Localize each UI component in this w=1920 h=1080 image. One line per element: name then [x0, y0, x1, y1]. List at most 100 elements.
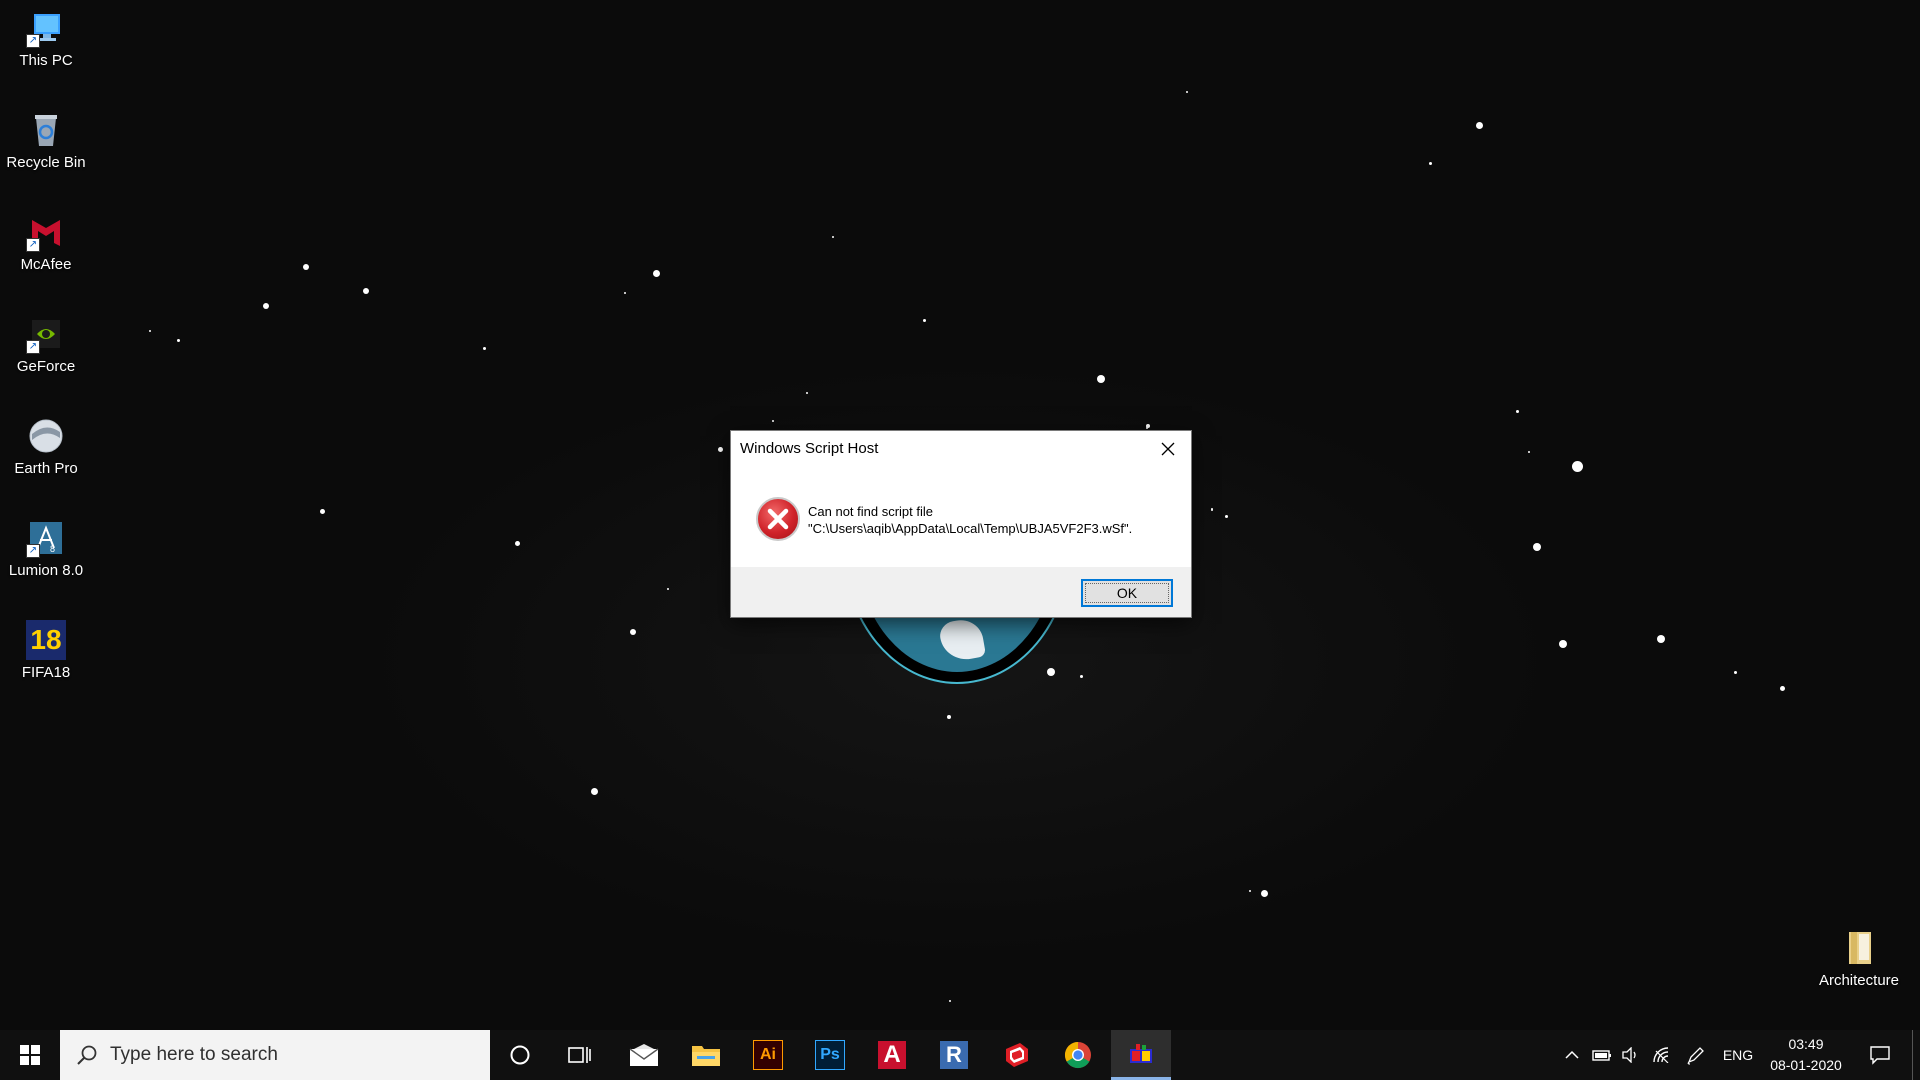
desktop-icon-mcafee[interactable]: ↗ McAfee [0, 212, 92, 273]
folder-icon [1839, 928, 1879, 968]
star [1146, 427, 1148, 429]
star [482, 346, 486, 350]
dialog-body: Can not find script file "C:\Users\aqib\… [731, 467, 1191, 567]
dialog-title: Windows Script Host [740, 440, 879, 457]
desktop: ↗ This PC Recycle Bin ↗ McAfee ↗ GeForce… [0, 0, 1920, 1030]
star [363, 288, 369, 294]
wifi-icon [1653, 1047, 1669, 1063]
desktop-icon-label: Recycle Bin [6, 154, 86, 171]
pen-workspace-button[interactable] [1682, 1030, 1710, 1080]
cortana-icon [510, 1045, 530, 1065]
star [624, 292, 626, 294]
notification-icon [1870, 1046, 1890, 1065]
input-language-button[interactable]: ENG [1716, 1030, 1760, 1080]
taskbar-app-photoshop[interactable]: Ps [805, 1030, 855, 1080]
star [1571, 460, 1583, 472]
star [1528, 451, 1530, 453]
battery-button[interactable] [1588, 1030, 1616, 1080]
star [514, 540, 520, 546]
cortana-button[interactable] [496, 1030, 544, 1080]
star [1428, 161, 1432, 165]
volume-button[interactable] [1618, 1030, 1644, 1080]
star [176, 338, 180, 342]
action-center-button[interactable] [1860, 1030, 1900, 1080]
start-button[interactable] [0, 1030, 60, 1080]
star [630, 629, 636, 635]
show-hidden-icons-button[interactable] [1560, 1030, 1584, 1080]
desktop-icon-lumion[interactable]: 8 ↗ Lumion 8.0 [0, 518, 92, 579]
taskbar-search-box[interactable]: Type here to search [60, 1030, 490, 1080]
photoshop-icon: Ps [815, 1040, 845, 1070]
close-icon [1161, 442, 1175, 456]
star [1097, 375, 1105, 383]
taskbar-app-mail[interactable] [619, 1030, 669, 1080]
star [1559, 640, 1567, 648]
star [717, 446, 723, 452]
taskbar: Type here to search Ai Ps A R ENG 03:49 … [0, 1030, 1920, 1080]
desktop-icon-label: GeForce [16, 358, 76, 375]
autocad-icon: A [878, 1041, 906, 1069]
battery-icon [1592, 1050, 1611, 1061]
ok-button[interactable]: OK [1081, 579, 1173, 607]
file-explorer-icon [692, 1046, 720, 1066]
star [949, 1000, 951, 1002]
taskbar-app-revit[interactable]: R [929, 1030, 979, 1080]
star [590, 787, 598, 795]
desktop-icon-label: Architecture [1818, 972, 1900, 989]
desktop-icon-earth-pro[interactable]: Earth Pro [0, 416, 92, 477]
fifa18-icon: 18 [26, 620, 66, 660]
task-view-icon [568, 1047, 591, 1063]
search-icon [77, 1045, 97, 1065]
star [1211, 508, 1213, 510]
illustrator-icon: Ai [753, 1040, 783, 1070]
star [149, 330, 151, 332]
task-view-button[interactable] [556, 1030, 604, 1080]
star [1260, 889, 1268, 897]
star [667, 588, 669, 590]
pen-icon [1687, 1047, 1704, 1065]
desktop-icon-label: Lumion 8.0 [8, 562, 84, 579]
desktop-icon-label: FIFA18 [21, 664, 71, 681]
desktop-icon-label: This PC [19, 52, 73, 69]
star [1657, 635, 1665, 643]
earth-pro-icon [26, 416, 66, 456]
desktop-icon-recycle-bin[interactable]: Recycle Bin [0, 110, 92, 171]
geforce-icon: ↗ [26, 314, 66, 354]
this-pc-icon: ↗ [26, 8, 66, 48]
star [1475, 121, 1483, 129]
star [263, 303, 269, 309]
mcafee-icon: ↗ [26, 212, 66, 252]
star [947, 715, 951, 719]
recycle-bin-icon [26, 110, 66, 150]
mail-icon [629, 1044, 659, 1066]
star [1779, 685, 1785, 691]
star [1079, 674, 1083, 678]
sketchup-icon [1006, 1043, 1028, 1067]
chrome-icon [1064, 1041, 1091, 1069]
star [922, 318, 926, 322]
clock-button[interactable]: 03:49 08-01-2020 [1756, 1034, 1856, 1076]
taskbar-app-chrome[interactable] [1053, 1030, 1103, 1080]
desktop-icon-fifa18[interactable]: 18 FIFA18 [0, 620, 92, 681]
taskbar-app-active[interactable] [1111, 1030, 1171, 1080]
taskbar-app-autocad[interactable]: A [867, 1030, 917, 1080]
show-desktop-button[interactable] [1912, 1030, 1920, 1080]
network-button[interactable] [1648, 1030, 1676, 1080]
taskbar-app-file-explorer[interactable] [681, 1030, 731, 1080]
taskbar-app-sketchup[interactable] [991, 1030, 1041, 1080]
dialog-footer: OK [731, 567, 1191, 617]
star [1249, 890, 1251, 892]
desktop-icon-this-pc[interactable]: ↗ This PC [0, 8, 92, 69]
taskbar-app-illustrator[interactable]: Ai [743, 1030, 793, 1080]
dialog-close-button[interactable] [1145, 431, 1191, 467]
dialog-message: Can not find script file "C:\Users\aqib\… [808, 504, 1133, 536]
star [1533, 543, 1541, 551]
desktop-icon-geforce[interactable]: ↗ GeForce [0, 314, 92, 375]
desktop-icon-architecture[interactable]: Architecture [1806, 928, 1912, 989]
star [772, 420, 774, 422]
star [319, 508, 325, 514]
clock-time: 03:49 [1788, 1036, 1824, 1052]
lumion-icon: 8 ↗ [26, 518, 66, 558]
star [806, 392, 808, 394]
svg-text:8: 8 [50, 544, 55, 554]
